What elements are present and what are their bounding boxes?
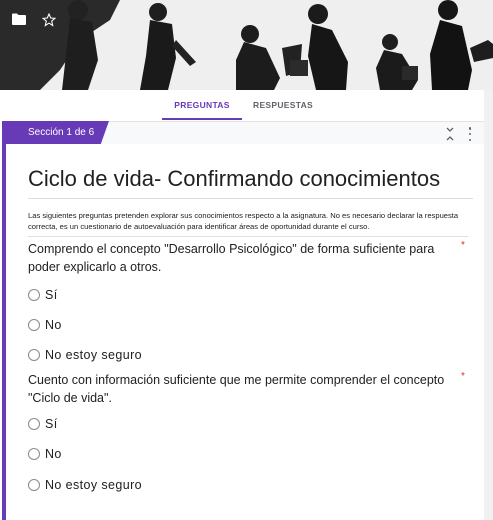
- more-vert-icon[interactable]: [467, 127, 473, 141]
- q1-option-si[interactable]: Sí: [28, 287, 58, 303]
- option-label: No: [45, 447, 62, 461]
- radio-button[interactable]: [28, 289, 40, 301]
- radio-button[interactable]: [28, 479, 40, 491]
- section-label: Sección 1 de 6: [28, 127, 95, 138]
- tab-questions[interactable]: PREGUNTAS: [162, 90, 242, 120]
- collapse-section-icon[interactable]: [445, 126, 455, 142]
- page-gutter: [484, 90, 493, 520]
- q1-option-no-estoy-seguro[interactable]: No estoy seguro: [28, 347, 142, 363]
- option-label: No estoy seguro: [45, 478, 143, 492]
- option-label: Sí: [45, 288, 58, 302]
- q2-option-no-estoy-seguro[interactable]: No estoy seguro: [28, 477, 142, 493]
- radio-button[interactable]: [28, 448, 40, 460]
- radio-button[interactable]: [28, 418, 40, 430]
- tab-responses[interactable]: RESPUESTAS: [247, 90, 319, 120]
- required-asterisk: *: [461, 371, 465, 382]
- form-description: Las siguientes preguntas pretenden explo…: [28, 211, 459, 231]
- star-icon[interactable]: [42, 13, 64, 35]
- header-image: [0, 0, 493, 90]
- q2-option-no[interactable]: No: [28, 446, 62, 462]
- required-asterisk: *: [461, 240, 465, 251]
- tab-bar: PREGUNTAS RESPUESTAS: [0, 90, 493, 120]
- option-label: Sí: [45, 417, 58, 431]
- option-label: No: [45, 318, 62, 332]
- form-title: Ciclo de vida- Confirmando conocimientos: [28, 166, 441, 191]
- radio-button[interactable]: [28, 319, 40, 331]
- q1-option-no[interactable]: No: [28, 317, 62, 333]
- question-divider: [28, 236, 468, 237]
- form-card: [2, 144, 484, 520]
- q2-option-si[interactable]: Sí: [28, 416, 58, 432]
- option-label: No estoy seguro: [45, 348, 143, 362]
- question-2-text[interactable]: Cuento con información suficiente que me…: [28, 371, 448, 407]
- section-badge: Sección 1 de 6: [2, 121, 109, 145]
- silhouettes-illustration: [0, 0, 493, 90]
- folder-icon[interactable]: [12, 13, 34, 35]
- question-1-text[interactable]: Comprendo el concepto "Desarrollo Psicol…: [28, 240, 448, 276]
- title-divider: [28, 198, 473, 199]
- radio-button[interactable]: [28, 349, 40, 361]
